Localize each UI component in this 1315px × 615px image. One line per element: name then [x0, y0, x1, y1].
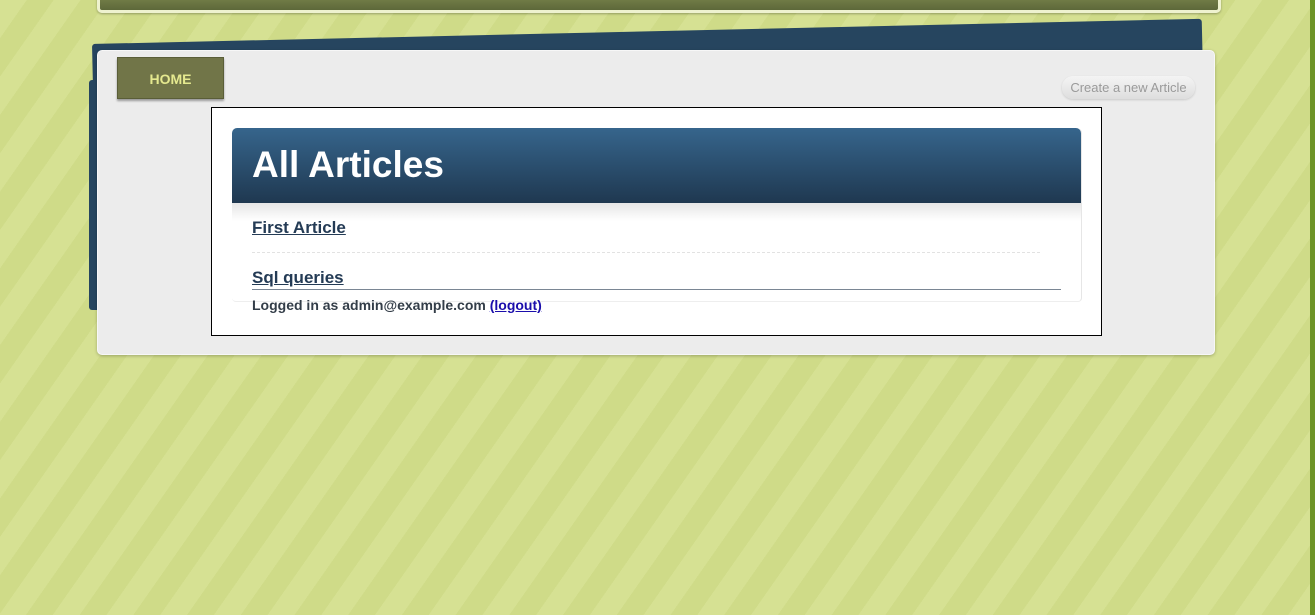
articles-header: All Articles: [232, 128, 1081, 203]
logged-in-prefix: Logged in as: [252, 297, 339, 313]
home-nav-button[interactable]: HOME: [117, 57, 224, 99]
footer-divider: [252, 289, 1061, 290]
logout-link[interactable]: (logout): [490, 297, 542, 313]
page-edge-bar: [1310, 0, 1315, 615]
login-status: Logged in as admin@example.com (logout): [252, 297, 542, 313]
header-shadow: [232, 203, 1081, 221]
create-article-button[interactable]: Create a new Article: [1062, 76, 1195, 99]
user-email: admin@example.com: [342, 297, 486, 313]
article-link-first-article[interactable]: First Article: [252, 218, 346, 238]
article-link-sql-queries[interactable]: Sql queries: [252, 268, 344, 288]
articles-card: All Articles: [232, 128, 1082, 302]
article-divider: [252, 252, 1040, 253]
page-title: All Articles: [252, 144, 444, 185]
top-banner-bar: [97, 0, 1221, 13]
